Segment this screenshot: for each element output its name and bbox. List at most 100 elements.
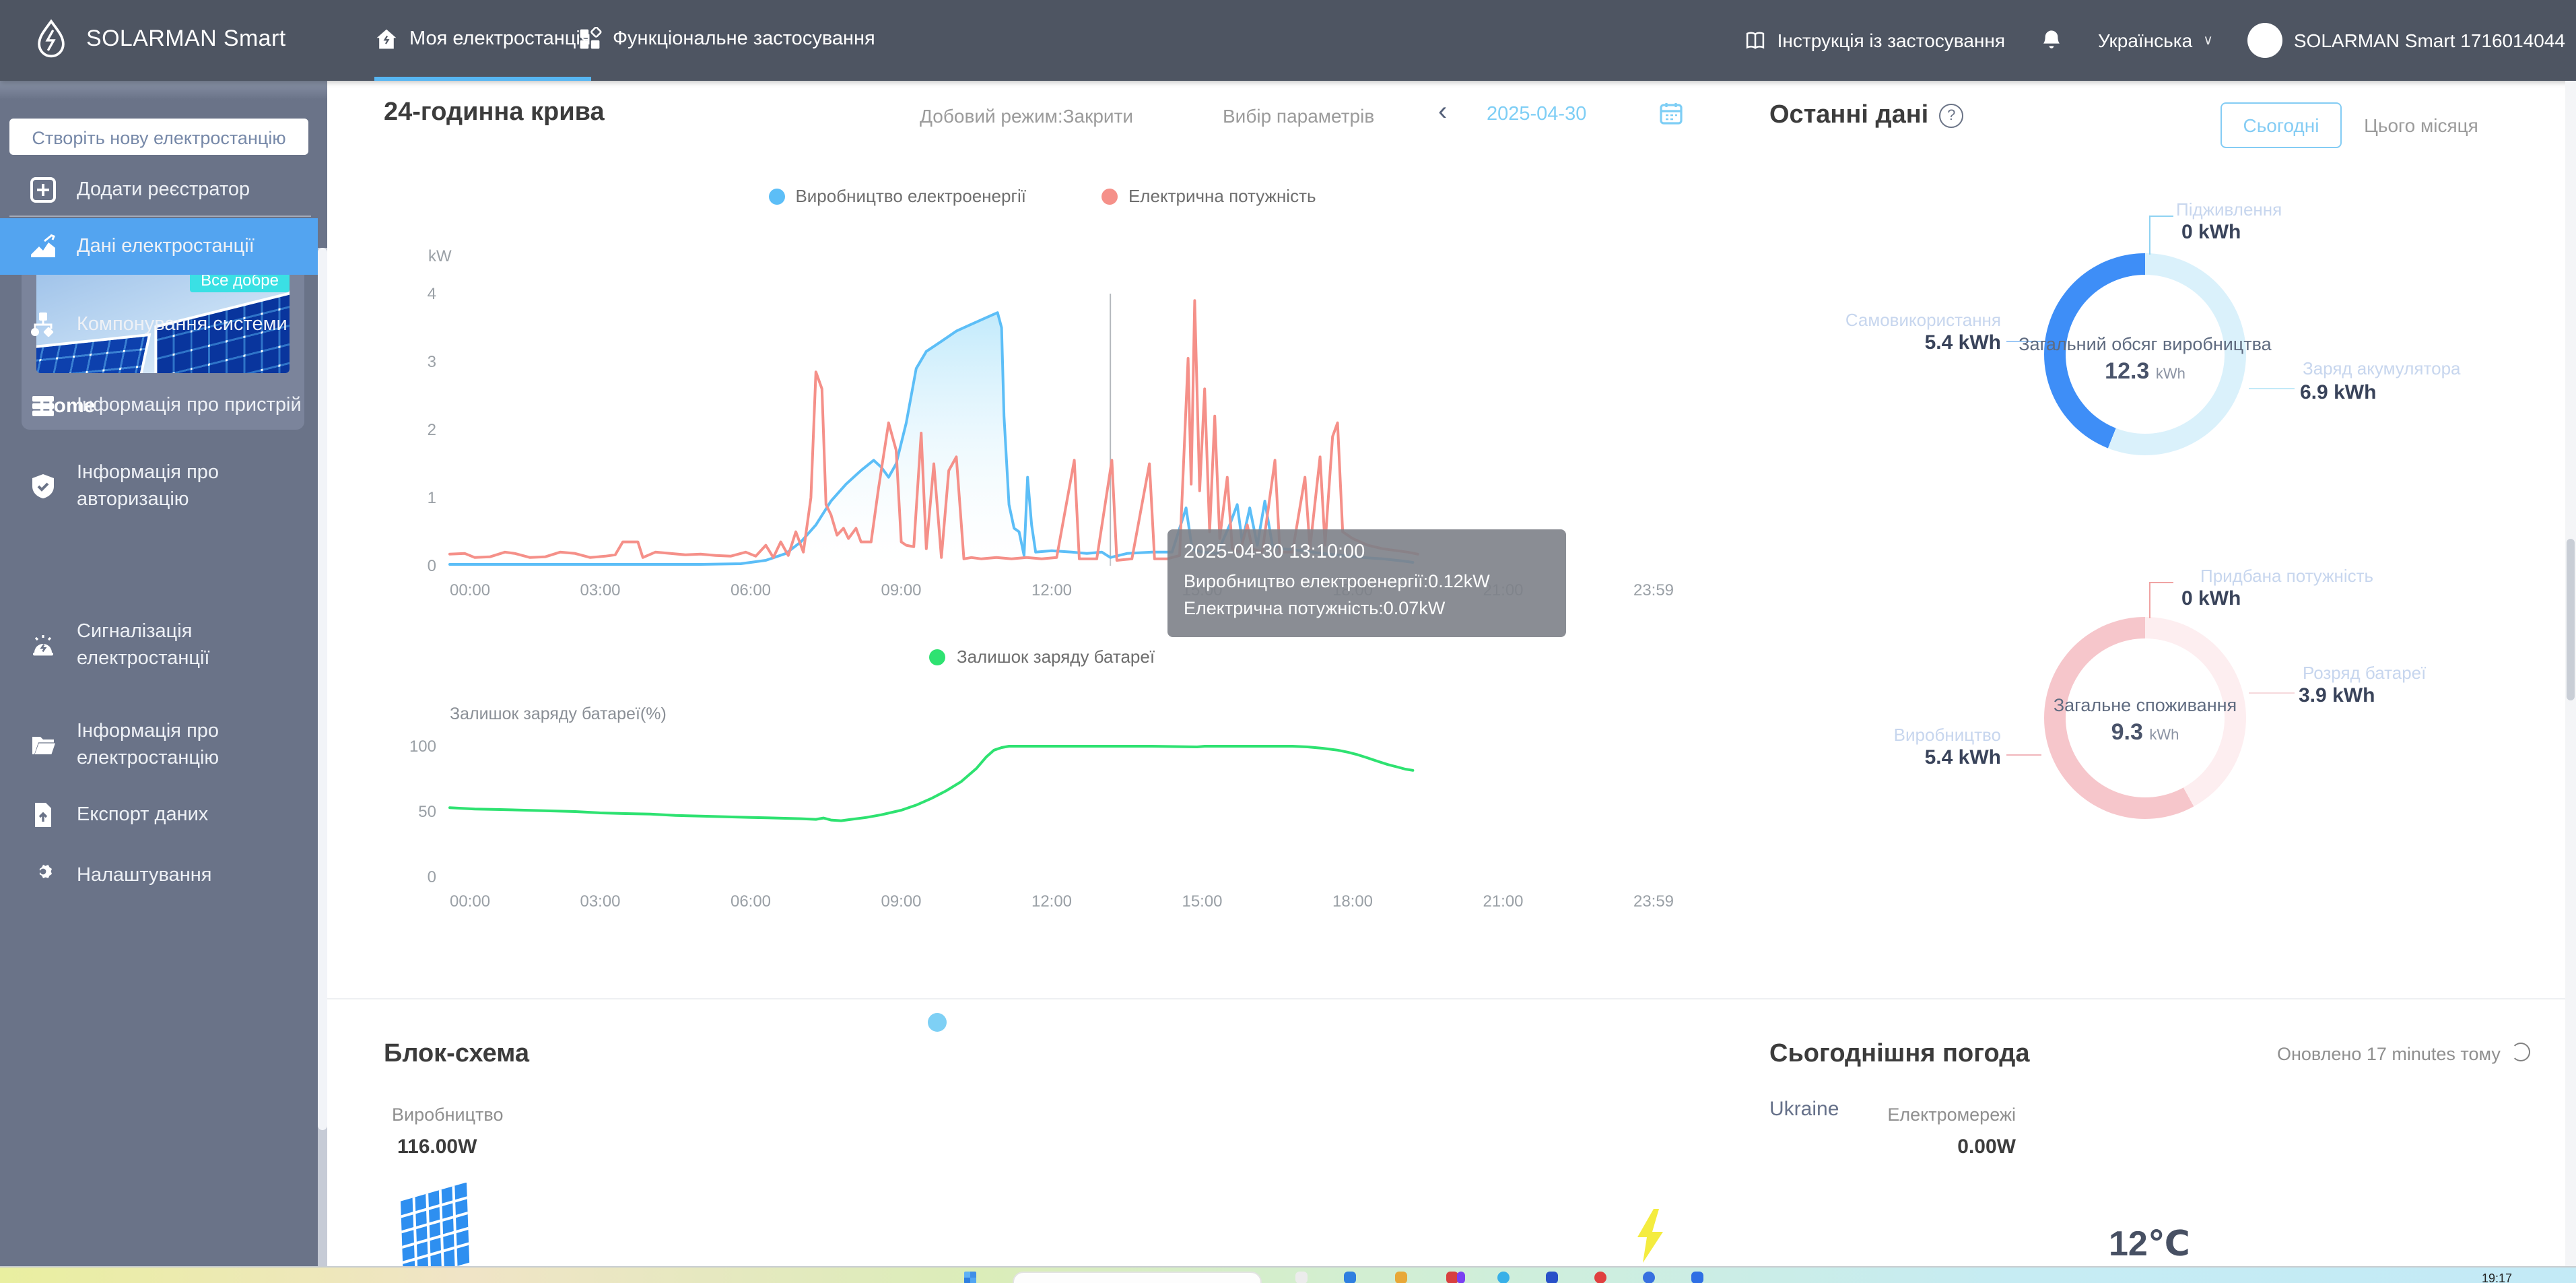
section-divider [327, 998, 2576, 999]
svg-text:06:00: 06:00 [731, 892, 771, 911]
slice-label: Підживлення [2176, 199, 2282, 220]
date-field[interactable]: 2025-04-30 [1487, 104, 1586, 125]
svg-text:4: 4 [428, 285, 436, 303]
slice-value: 6.9 kWh [2300, 381, 2376, 404]
user-menu[interactable]: SOLARMAN Smart 1716014044 [2248, 23, 2565, 58]
bell-icon[interactable] [2040, 28, 2063, 53]
tab-label: Функціональне застосування [613, 28, 875, 49]
taskbar-app-icon[interactable] [1457, 1272, 1465, 1283]
taskbar-app-icon[interactable] [1643, 1272, 1655, 1283]
donut-center-label: Загальне споживання [2044, 695, 2246, 715]
svg-text:15:00: 15:00 [1182, 892, 1222, 911]
sidebar-item-label: Дані електростанції [77, 233, 303, 260]
parameter-select[interactable]: Вибір параметрів [1223, 105, 1374, 127]
sidebar-item-label: Сигналізація електростанції [77, 618, 303, 672]
page-scrollbar-thumb[interactable] [2567, 539, 2575, 700]
sidebar-item-8[interactable]: Налаштування [0, 849, 318, 902]
battery-soc-chart[interactable]: 050100Залишок заряду батареї(%)00:0003:0… [396, 700, 1689, 956]
legend-item-power[interactable]: Електрична потужність [1101, 186, 1316, 206]
windows-start-icon[interactable] [964, 1272, 976, 1283]
grid-label: Електромережі [1686, 1105, 2016, 1125]
calendar-icon[interactable] [1658, 100, 1685, 127]
brand-label: SOLARMAN Smart [86, 26, 286, 53]
legend-item-production[interactable]: Виробництво електроенергії [768, 186, 1026, 206]
tooltip-power: Електрична потужність:0.07kW [1184, 598, 1550, 618]
leader-line [2149, 216, 2150, 255]
chart-tooltip: 2025-04-30 13:10:00 Виробництво електрое… [1167, 529, 1566, 637]
slice-label: Розряд батареї [2303, 663, 2426, 683]
hierarchy-icon [30, 311, 57, 338]
svg-text:kW: kW [428, 247, 452, 265]
create-station-button[interactable]: Створіть нову електростанцію [9, 119, 308, 155]
tab-functional-application[interactable]: Функціональне застосування [578, 0, 875, 77]
help-link[interactable]: Інструкція із застосування [1744, 29, 2005, 52]
donut-center-label: Загальний обсяг виробництва [2017, 334, 2273, 354]
sidebar-item-3[interactable]: Інформація про пристрій [0, 365, 318, 446]
legend-item-soc[interactable]: Залишок заряду батареї [930, 647, 1155, 667]
question-icon[interactable]: ? [1939, 104, 1963, 128]
settings-icon [30, 862, 57, 889]
user-label: SOLARMAN Smart 1716014044 [2294, 30, 2565, 51]
taskbar-search-input[interactable] [1013, 1272, 1262, 1283]
brand[interactable]: SOLARMAN Smart [30, 18, 286, 61]
taskbar-clock[interactable]: 19:17 [2482, 1272, 2512, 1283]
leader-line [2249, 692, 2295, 694]
book-icon [1744, 29, 1767, 52]
prev-day-chevron-icon[interactable]: ‹ [1438, 102, 1447, 121]
block-diagram-title: Блок-схема [384, 1040, 529, 1070]
day-mode-toggle[interactable]: Добовий режим:Закрити [920, 105, 1133, 127]
sidebar-item-1[interactable]: Дані електростанції [0, 218, 318, 275]
sidebar-item-5[interactable]: Сигналізація електростанції [0, 603, 318, 687]
tooltip-production: Виробництво електроенергії:0.12kW [1184, 571, 1550, 591]
range-today-button[interactable]: Сьогодні [2221, 102, 2342, 148]
svg-text:2: 2 [428, 421, 436, 439]
svg-text:21:00: 21:00 [1483, 892, 1523, 911]
taskbar-folder-icon[interactable] [1395, 1272, 1407, 1283]
sidebar-item-label: Компонування системи [77, 311, 303, 338]
language-selector[interactable]: Українська ∨ [2098, 30, 2213, 51]
sidebar-item-label: Інформація про пристрій [77, 392, 303, 419]
apps-grid-icon [578, 26, 602, 51]
help-label: Інструкція із застосування [1777, 30, 2005, 51]
taskbar-app-icon[interactable] [1497, 1272, 1510, 1283]
sidebar-scrollbar-thumb[interactable] [318, 248, 327, 1130]
flow-dot-icon [928, 1013, 947, 1032]
plus-icon [30, 176, 57, 203]
tooltip-timestamp: 2025-04-30 13:10:00 [1184, 541, 1550, 563]
soc-legend: Залишок заряду батареї [396, 647, 1689, 667]
top-navbar: SOLARMAN Smart Моя електростанція Функці… [0, 0, 2576, 81]
slice-value: 5.4 kWh [1788, 331, 2001, 354]
donut-center-value: 9.3 kWh [2044, 719, 2246, 746]
sidebar-item-4[interactable]: Інформація про авторизацію [0, 446, 318, 527]
refresh-icon[interactable] [2511, 1043, 2530, 1061]
range-month-button[interactable]: Цього місяця [2354, 102, 2488, 148]
slice-value: 0 kWh [2181, 221, 2241, 244]
svg-text:03:00: 03:00 [580, 581, 620, 599]
leader-line [2149, 582, 2173, 583]
power-legend-dot-icon [1101, 188, 1118, 204]
sidebar-item-0[interactable]: Додати реєстратор [0, 162, 318, 218]
leader-line [2149, 216, 2173, 217]
slice-label: Самовикористання [1777, 310, 2001, 330]
svg-text:06:00: 06:00 [731, 581, 771, 599]
taskbar-app-icon[interactable] [1546, 1272, 1558, 1283]
chart-icon [30, 233, 57, 260]
sidebar-item-7[interactable]: Експорт даних [0, 785, 318, 845]
folder-icon [30, 731, 57, 758]
tab-my-plant[interactable]: Моя електростанція [374, 0, 591, 81]
taskbar-calendar-icon[interactable] [1691, 1272, 1703, 1283]
sidebar-item-6[interactable]: Інформація про електростанцію [0, 703, 318, 787]
taskbar-app-icon[interactable] [1295, 1272, 1308, 1283]
solarman-logo-icon [30, 18, 73, 61]
slice-value: 3.9 kWh [2299, 684, 2375, 707]
language-label: Українська [2098, 30, 2192, 51]
tab-label: Моя електростанція [409, 28, 591, 49]
svg-text:00:00: 00:00 [450, 892, 490, 911]
sidebar-item-2[interactable]: Компонування системи [0, 284, 318, 365]
svg-text:23:59: 23:59 [1633, 892, 1674, 911]
windows-taskbar[interactable]: 19:17 [0, 1266, 2576, 1283]
legend-label: Електрична потужність [1128, 186, 1316, 206]
taskbar-app-icon[interactable] [1594, 1272, 1606, 1283]
alarm-icon [30, 632, 57, 659]
taskbar-app-icon[interactable] [1344, 1272, 1356, 1283]
